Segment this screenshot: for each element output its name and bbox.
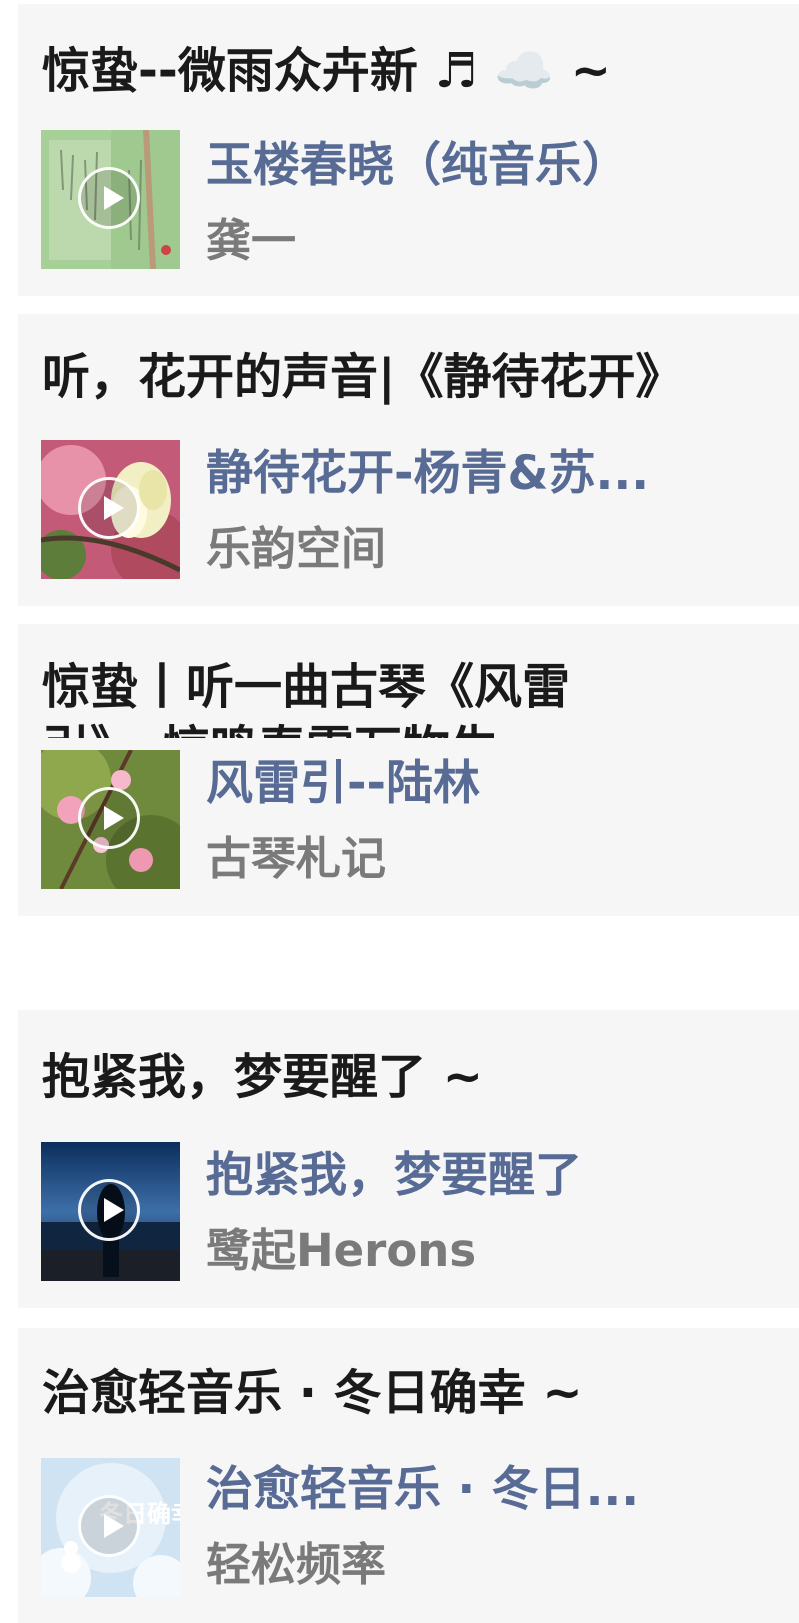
song-title[interactable]: 静待花开-杨青&苏... xyxy=(206,444,759,504)
music-card[interactable]: 惊蛰丨听一曲古琴《风雷引》，惊鸣春雷万物生 风雷引--陆林 古琴札记 xyxy=(18,624,799,916)
music-card[interactable]: 治愈轻音乐 · 冬日确幸 ~ 冬日确幸 治愈轻音乐 · 冬日... 轻松频率 xyxy=(18,1328,799,1623)
music-card[interactable]: 惊蛰--微雨众卉新 ♬ ☁️ ~ 玉楼春晓（纯音乐） 龚一 xyxy=(18,4,799,296)
album-cover[interactable]: 冬日确幸 xyxy=(41,1458,180,1597)
song-artist: 轻松频率 xyxy=(206,1538,387,1591)
song-title[interactable]: 治愈轻音乐 · 冬日... xyxy=(206,1460,759,1520)
song-artist: 乐韵空间 xyxy=(206,522,387,575)
song-title[interactable]: 玉楼春晓（纯音乐） xyxy=(206,136,759,196)
card-title[interactable]: 惊蛰--微雨众卉新 ♬ ☁️ ~ xyxy=(42,40,769,102)
album-cover[interactable] xyxy=(41,750,180,889)
card-title[interactable]: 治愈轻音乐 · 冬日确幸 ~ xyxy=(42,1362,769,1424)
song-title[interactable]: 风雷引--陆林 xyxy=(206,754,759,814)
play-icon[interactable] xyxy=(78,167,140,229)
song-artist: 古琴札记 xyxy=(206,832,387,885)
song-title[interactable]: 抱紧我，梦要醒了 xyxy=(206,1146,759,1206)
play-icon[interactable] xyxy=(78,1495,140,1557)
play-icon[interactable] xyxy=(78,1179,140,1241)
play-icon[interactable] xyxy=(78,477,140,539)
card-title[interactable]: 抱紧我，梦要醒了 ~ xyxy=(42,1046,769,1108)
music-card[interactable]: 抱紧我，梦要醒了 ~ 抱紧我，梦要醒了 鹭起Herons xyxy=(18,1010,799,1308)
song-artist: 龚一 xyxy=(206,214,297,267)
album-cover[interactable] xyxy=(41,1142,180,1281)
album-cover[interactable] xyxy=(41,130,180,269)
card-title[interactable]: 听，花开的声音|《静待花开》 xyxy=(42,346,769,408)
card-title[interactable]: 惊蛰丨听一曲古琴《风雷引》，惊鸣春雷万物生 xyxy=(42,656,679,738)
song-artist: 鹭起Herons xyxy=(206,1224,477,1277)
music-card[interactable]: 听，花开的声音|《静待花开》 静待花开-杨青&苏... 乐韵空间 xyxy=(18,314,799,606)
album-cover[interactable] xyxy=(41,440,180,579)
play-icon[interactable] xyxy=(78,787,140,849)
